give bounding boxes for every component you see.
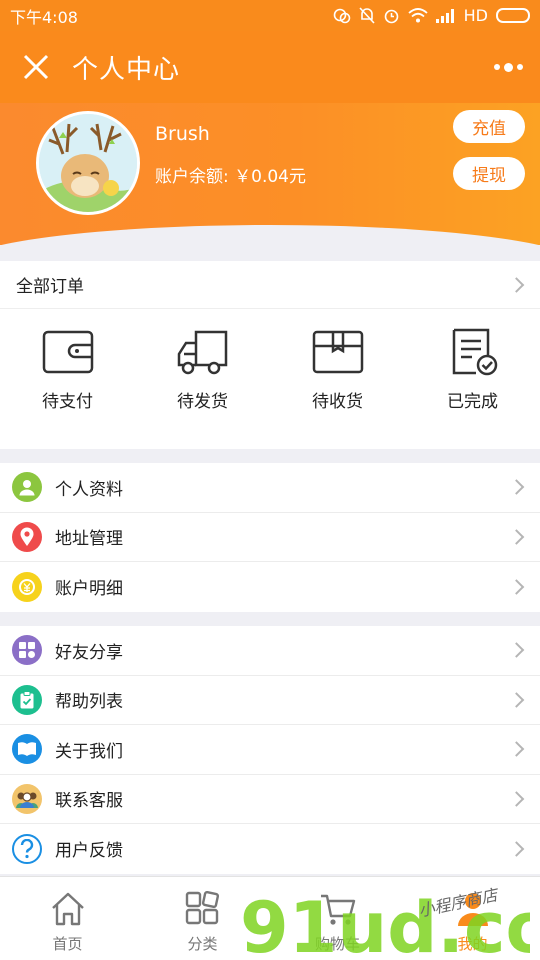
battery-icon (496, 8, 530, 23)
home-icon (51, 892, 84, 926)
tab-label: 分类 (187, 935, 218, 953)
tab-category[interactable]: 分类 (135, 877, 270, 960)
chevron-right-icon (508, 741, 525, 758)
menu-label: 关于我们 (55, 741, 123, 762)
profile-icon (457, 893, 488, 926)
menu-item-feedback[interactable]: 用户反馈 (0, 824, 540, 874)
signal-icon (435, 8, 454, 23)
menu-item-share[interactable]: 好友分享 (0, 626, 540, 676)
wechat-icon (333, 8, 350, 23)
menu-item-account-details[interactable]: 账户明细 (0, 562, 540, 612)
tab-mine[interactable]: 我的 (405, 877, 540, 960)
wallet-icon (42, 330, 93, 374)
menu-item-about[interactable]: 关于我们 (0, 725, 540, 775)
tab-home[interactable]: 首页 (0, 877, 135, 960)
tab-cart[interactable]: 购物车 (270, 877, 405, 960)
chevron-right-icon (508, 479, 525, 496)
clipboard-icon (12, 684, 42, 715)
chevron-right-icon (508, 578, 525, 595)
completed-doc-icon (452, 328, 497, 376)
book-icon (12, 734, 42, 765)
tab-label: 我的 (457, 935, 488, 953)
close-button[interactable] (0, 31, 72, 103)
customer-service-icon (12, 783, 42, 814)
recharge-button[interactable]: 充值 (453, 110, 525, 143)
network-type: HD (463, 6, 488, 25)
wifi-icon (408, 8, 428, 23)
avatar[interactable] (36, 111, 140, 215)
withdraw-button[interactable]: 提现 (453, 157, 525, 190)
profile-banner: Brush 账户余额: ￥0.04元 充值 提现 (0, 103, 540, 245)
chevron-right-icon (508, 840, 525, 857)
more-dot (493, 64, 500, 70)
title-bar: 个人中心 (0, 31, 540, 103)
chevron-right-icon (508, 790, 525, 807)
menu-label: 好友分享 (55, 642, 123, 663)
order-label: 待发货 (177, 392, 228, 412)
all-orders-row[interactable]: 全部订单 (0, 261, 540, 309)
order-label: 已完成 (447, 392, 498, 412)
username: Brush (155, 123, 210, 145)
mute-icon (359, 7, 375, 24)
more-dot (516, 64, 523, 70)
menu-label: 帮助列表 (55, 692, 123, 713)
chevron-right-icon (508, 528, 525, 545)
more-button[interactable] (488, 49, 528, 85)
question-icon (12, 833, 42, 864)
menu-item-profile[interactable]: 个人资料 (0, 463, 540, 513)
menu-label: 账户明细 (55, 579, 123, 600)
menu-item-contact-service[interactable]: 联系客服 (0, 775, 540, 824)
user-icon (12, 472, 42, 503)
account-balance: 账户余额: ￥0.04元 (155, 167, 306, 187)
orders-section: 全部订单 待支付 待发货 待收货 已完成 (0, 261, 540, 449)
menu-label: 地址管理 (55, 529, 123, 550)
chevron-right-icon (508, 691, 525, 708)
truck-icon (177, 330, 227, 375)
close-icon (23, 54, 49, 80)
order-pending-payment[interactable]: 待支付 (0, 309, 135, 449)
order-pending-receipt[interactable]: 待收货 (270, 309, 405, 449)
status-bar: 下午4:08 HD (0, 0, 540, 31)
chevron-right-icon (508, 642, 525, 659)
package-icon (312, 330, 363, 374)
coin-icon (12, 571, 42, 602)
menu-group-account: 个人资料 地址管理 账户明细 (0, 463, 540, 612)
more-dot (503, 62, 513, 72)
page-title: 个人中心 (72, 54, 181, 85)
tab-label: 购物车 (314, 935, 360, 953)
all-orders-label: 全部订单 (16, 277, 84, 297)
location-pin-icon (12, 521, 42, 552)
menu-label: 联系客服 (55, 791, 123, 812)
menu-group-more: 好友分享 帮助列表 关于我们 联系客服 用户反馈 (0, 626, 540, 874)
menu-label: 用户反馈 (55, 841, 123, 862)
chevron-right-icon (508, 276, 525, 293)
order-pending-shipment[interactable]: 待发货 (135, 309, 270, 449)
tab-label: 首页 (52, 935, 83, 953)
deer-avatar-icon (39, 114, 137, 212)
status-time: 下午4:08 (10, 7, 78, 27)
banner-curve (0, 225, 540, 245)
share-grid-icon (12, 635, 42, 666)
order-completed[interactable]: 已完成 (405, 309, 540, 449)
cart-icon (320, 894, 355, 925)
order-label: 待支付 (42, 392, 93, 412)
alarm-icon (384, 9, 398, 24)
menu-item-address[interactable]: 地址管理 (0, 513, 540, 562)
menu-item-help[interactable]: 帮助列表 (0, 676, 540, 725)
order-label: 待收货 (312, 392, 363, 412)
category-icon (185, 890, 219, 925)
bottom-tab-bar: 首页 分类 购物车 我的 (0, 876, 540, 960)
menu-label: 个人资料 (55, 479, 123, 500)
status-icons: HD (333, 6, 530, 25)
